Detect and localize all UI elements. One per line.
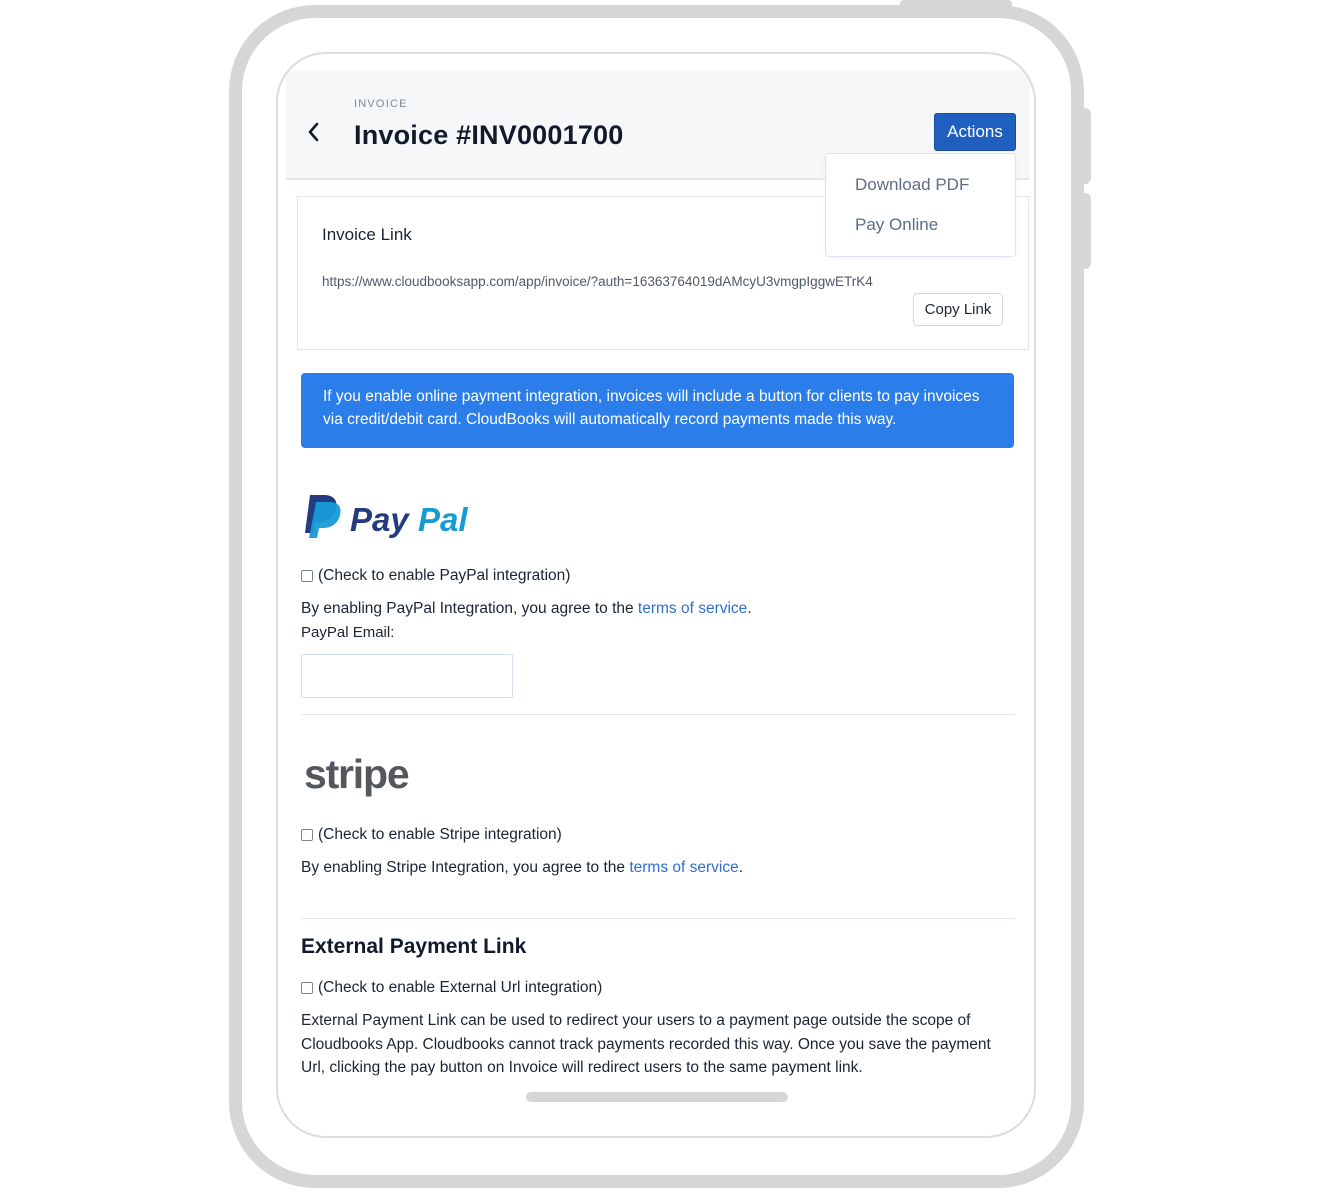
copy-link-button[interactable]: Copy Link: [913, 293, 1003, 326]
stripe-enable-checkbox[interactable]: [301, 829, 313, 841]
paypal-enable-label: (Check to enable PayPal integration): [318, 567, 571, 584]
paypal-enable-row[interactable]: (Check to enable PayPal integration): [301, 567, 570, 585]
device-volume-down-button: [1080, 193, 1091, 269]
page-eyebrow: INVOICE: [354, 98, 408, 110]
paypal-agree-lead: By enabling PayPal Integration, you agre…: [301, 600, 638, 617]
actions-button[interactable]: Actions: [934, 113, 1016, 151]
paypal-terms-link[interactable]: terms of service: [638, 600, 747, 617]
paypal-enable-checkbox[interactable]: [301, 570, 313, 582]
paypal-logo-pay-text: Pay: [350, 501, 410, 538]
section-divider: [301, 918, 1015, 919]
paypal-logo-pal-text: Pal: [418, 501, 468, 538]
section-divider: [301, 714, 1015, 715]
paypal-email-label: PayPal Email:: [301, 624, 395, 641]
external-enable-row[interactable]: (Check to enable External Url integratio…: [301, 979, 602, 997]
external-enable-checkbox[interactable]: [301, 982, 313, 994]
stripe-agree-period: .: [738, 859, 744, 876]
stripe-enable-row[interactable]: (Check to enable Stripe integration): [301, 826, 562, 844]
home-indicator: [526, 1092, 788, 1102]
chevron-left-icon[interactable]: [304, 120, 324, 144]
menu-item-download-pdf[interactable]: Download PDF: [855, 175, 969, 195]
menu-item-pay-online[interactable]: Pay Online: [855, 215, 938, 235]
actions-dropdown-menu: Download PDF Pay Online: [825, 153, 1016, 257]
invoice-link-label: Invoice Link: [322, 225, 412, 244]
stripe-enable-label: (Check to enable Stripe integration): [318, 826, 562, 843]
device-top-button: [900, 0, 1012, 8]
paypal-logo: Pay Pal: [305, 495, 468, 538]
page-title: Invoice #INV0001700: [354, 120, 624, 150]
paypal-agree-text: By enabling PayPal Integration, you agre…: [301, 600, 752, 618]
paypal-agree-period: .: [747, 600, 752, 617]
invoice-link-url: https://www.cloudbooksapp.com/app/invoic…: [322, 274, 873, 289]
stripe-logo: stripe: [304, 751, 410, 797]
stripe-agree-lead: By enabling Stripe Integration, you agre…: [301, 859, 630, 876]
payment-info-banner: If you enable online payment integration…: [301, 373, 1014, 448]
external-enable-label: (Check to enable External Url integratio…: [318, 979, 603, 996]
stripe-terms-link[interactable]: terms of service: [629, 859, 738, 876]
stripe-agree-text: By enabling Stripe Integration, you agre…: [301, 859, 743, 877]
tablet-screen: INVOICE Invoice #INV0001700 Actions Invo…: [276, 52, 1036, 1138]
paypal-email-field[interactable]: [301, 654, 513, 698]
external-payment-description: External Payment Link can be used to red…: [301, 1012, 991, 1076]
external-payment-heading: External Payment Link: [301, 935, 527, 958]
device-volume-up-button: [1080, 108, 1091, 184]
